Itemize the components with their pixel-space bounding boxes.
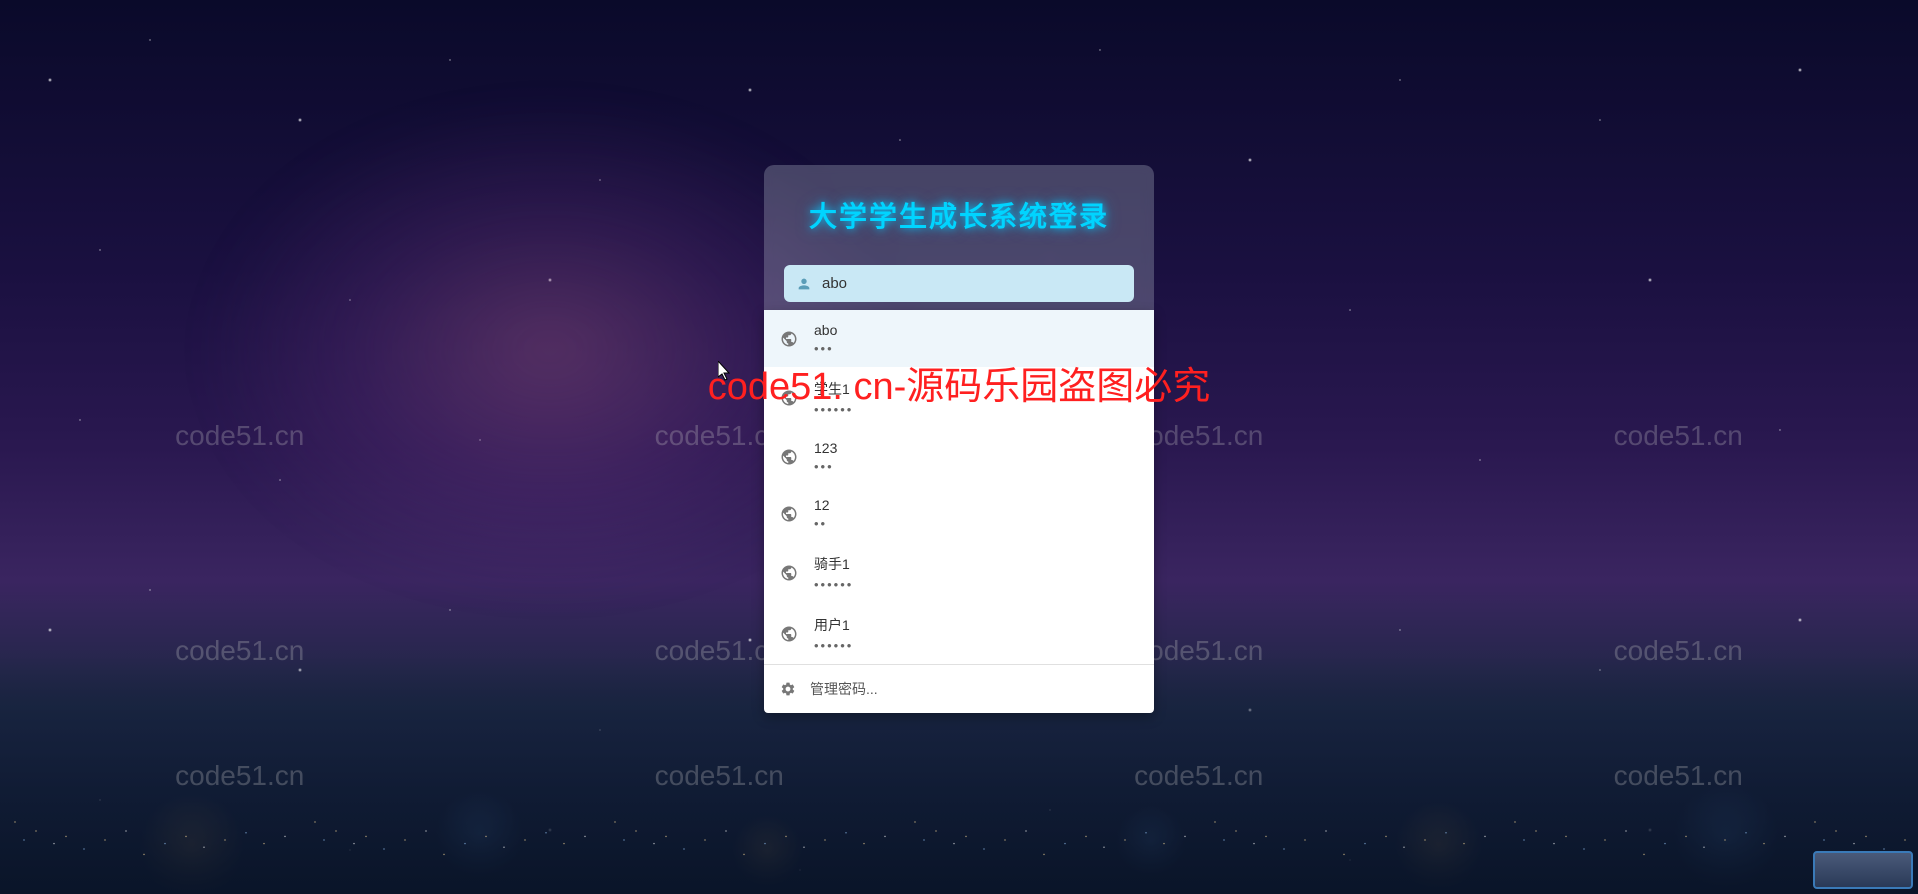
autocomplete-text: 骑手1 •••••• xyxy=(814,554,1138,591)
taskbar-button[interactable] xyxy=(1813,851,1913,889)
autocomplete-password-mask: •••••• xyxy=(814,403,1138,416)
autocomplete-password-mask: •• xyxy=(814,517,1138,530)
autocomplete-username: 骑手1 xyxy=(814,554,1138,574)
autocomplete-username: 用户1 xyxy=(814,615,1138,635)
globe-icon xyxy=(780,330,798,348)
autocomplete-item[interactable]: abo ••• xyxy=(764,310,1154,367)
autocomplete-text: 用户1 •••••• xyxy=(814,615,1138,652)
manage-passwords-link[interactable]: 管理密码... xyxy=(764,664,1154,713)
autocomplete-item[interactable]: 12 •• xyxy=(764,485,1154,542)
autocomplete-username: 12 xyxy=(814,497,1138,513)
login-title: 大学学生成长系统登录 xyxy=(784,195,1134,235)
autocomplete-item[interactable]: 学生1 •••••• xyxy=(764,367,1154,428)
autocomplete-item[interactable]: 123 ••• xyxy=(764,428,1154,485)
autocomplete-item[interactable]: 用户1 •••••• xyxy=(764,603,1154,664)
autocomplete-text: 12 •• xyxy=(814,497,1138,530)
autocomplete-username: 学生1 xyxy=(814,379,1138,399)
globe-icon xyxy=(780,389,798,407)
gear-icon xyxy=(780,681,796,697)
autocomplete-dropdown: abo ••• 学生1 •••••• 123 ••• 12 •• 骑手1 •••••• 用户1 •••… xyxy=(764,310,1154,713)
username-input[interactable] xyxy=(822,275,1122,292)
autocomplete-text: 123 ••• xyxy=(814,440,1138,473)
autocomplete-password-mask: ••• xyxy=(814,460,1138,473)
autocomplete-item[interactable]: 骑手1 •••••• xyxy=(764,542,1154,603)
globe-icon xyxy=(780,625,798,643)
autocomplete-password-mask: ••• xyxy=(814,342,1138,355)
autocomplete-password-mask: •••••• xyxy=(814,578,1138,591)
user-icon xyxy=(796,276,812,292)
manage-passwords-label: 管理密码... xyxy=(810,679,878,699)
globe-icon xyxy=(780,448,798,466)
login-panel: 大学学生成长系统登录 abo•••学生1••••••123•••12••骑手1•… xyxy=(764,165,1154,322)
autocomplete-username: 123 xyxy=(814,440,1138,456)
globe-icon xyxy=(780,564,798,582)
background-city-lights xyxy=(0,714,1918,894)
autocomplete-text: abo ••• xyxy=(814,322,1138,355)
username-input-wrapper[interactable] xyxy=(784,265,1134,302)
autocomplete-username: abo xyxy=(814,322,1138,338)
autocomplete-text: 学生1 •••••• xyxy=(814,379,1138,416)
autocomplete-password-mask: •••••• xyxy=(814,639,1138,652)
globe-icon xyxy=(780,505,798,523)
